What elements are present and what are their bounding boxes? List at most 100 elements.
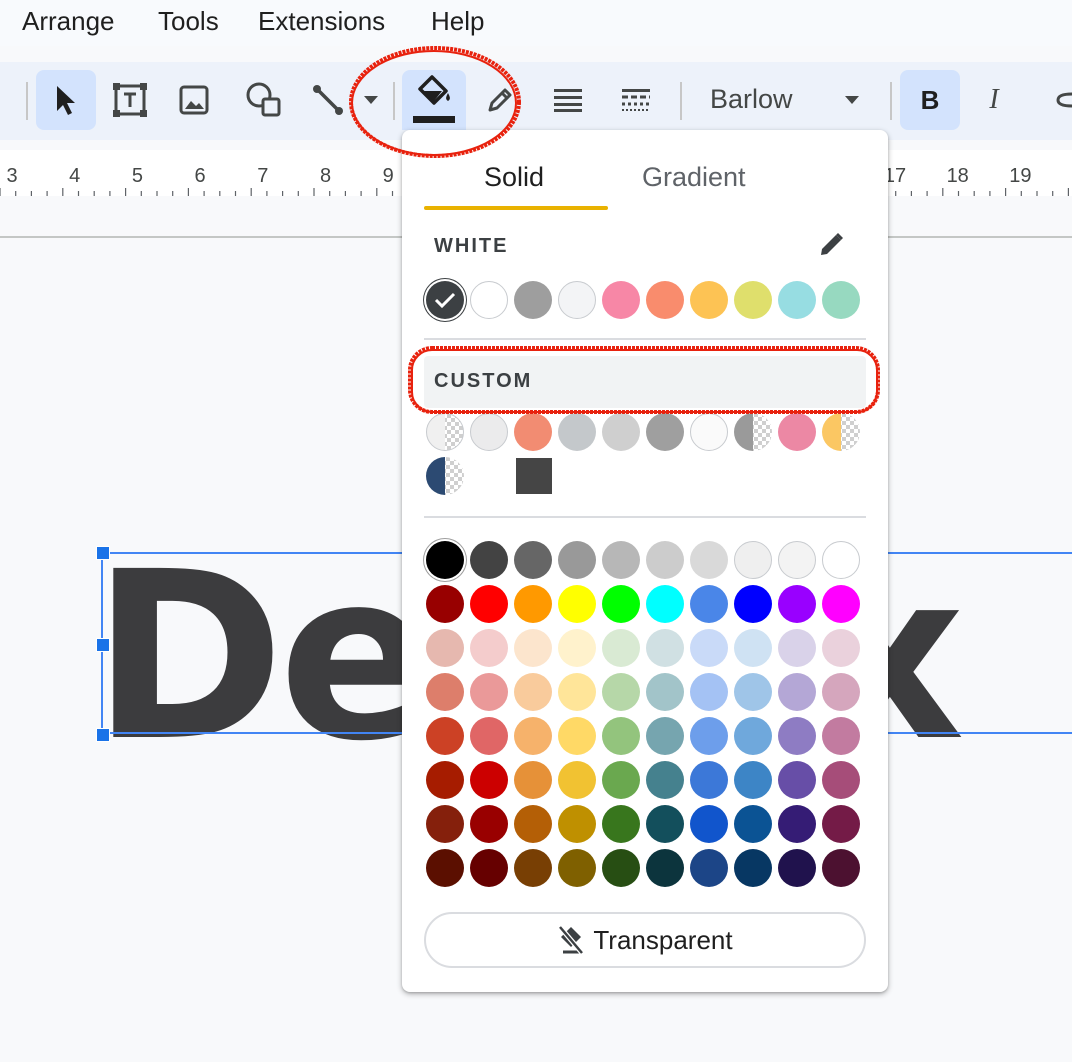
standard-swatch[interactable] bbox=[558, 541, 596, 579]
standard-swatch[interactable] bbox=[822, 673, 860, 711]
standard-swatch[interactable] bbox=[602, 673, 640, 711]
border-weight-button[interactable] bbox=[540, 70, 596, 130]
standard-swatch[interactable] bbox=[646, 541, 684, 579]
standard-swatch[interactable] bbox=[690, 805, 728, 843]
resize-handle-middle-left[interactable] bbox=[96, 638, 110, 652]
resize-handle-bottom-left[interactable] bbox=[96, 728, 110, 742]
theme-swatch[interactable] bbox=[646, 281, 684, 319]
standard-swatch[interactable] bbox=[778, 585, 816, 623]
standard-swatch[interactable] bbox=[470, 585, 508, 623]
custom-swatch[interactable] bbox=[602, 413, 640, 451]
theme-swatch[interactable] bbox=[514, 281, 552, 319]
standard-swatch[interactable] bbox=[558, 805, 596, 843]
theme-swatch[interactable] bbox=[602, 281, 640, 319]
standard-swatch[interactable] bbox=[778, 673, 816, 711]
standard-swatch[interactable] bbox=[734, 673, 772, 711]
custom-swatch[interactable] bbox=[690, 413, 728, 451]
menu-help[interactable]: Help bbox=[431, 6, 484, 37]
font-dropdown[interactable] bbox=[836, 70, 868, 130]
standard-swatch[interactable] bbox=[470, 629, 508, 667]
standard-swatch[interactable] bbox=[514, 541, 552, 579]
standard-swatch[interactable] bbox=[778, 805, 816, 843]
theme-swatch[interactable] bbox=[734, 281, 772, 319]
standard-swatch[interactable] bbox=[602, 761, 640, 799]
text-box-tool-button[interactable] bbox=[104, 70, 156, 130]
more-tools-button[interactable] bbox=[1050, 70, 1072, 130]
standard-swatch[interactable] bbox=[558, 717, 596, 755]
custom-swatch[interactable] bbox=[646, 413, 684, 451]
standard-swatch[interactable] bbox=[602, 629, 640, 667]
theme-swatch[interactable] bbox=[778, 281, 816, 319]
line-tool-button[interactable] bbox=[300, 70, 356, 130]
standard-swatch[interactable] bbox=[514, 761, 552, 799]
standard-swatch[interactable] bbox=[690, 761, 728, 799]
standard-swatch[interactable] bbox=[734, 717, 772, 755]
standard-swatch[interactable] bbox=[690, 849, 728, 887]
italic-button[interactable]: I bbox=[966, 70, 1022, 130]
standard-swatch[interactable] bbox=[602, 805, 640, 843]
standard-swatch[interactable] bbox=[514, 673, 552, 711]
standard-swatch[interactable] bbox=[822, 849, 860, 887]
standard-swatch[interactable] bbox=[822, 585, 860, 623]
standard-swatch[interactable] bbox=[690, 673, 728, 711]
standard-swatch[interactable] bbox=[514, 805, 552, 843]
custom-swatch[interactable] bbox=[558, 413, 596, 451]
custom-swatch-square[interactable] bbox=[516, 458, 552, 494]
theme-swatch[interactable] bbox=[558, 281, 596, 319]
font-family-select[interactable]: Barlow bbox=[710, 84, 793, 115]
shape-tool-button[interactable] bbox=[236, 70, 292, 130]
image-tool-button[interactable] bbox=[168, 70, 220, 130]
standard-swatch[interactable] bbox=[690, 629, 728, 667]
standard-swatch[interactable] bbox=[646, 805, 684, 843]
standard-swatch[interactable] bbox=[558, 585, 596, 623]
standard-swatch[interactable] bbox=[602, 585, 640, 623]
custom-swatch[interactable] bbox=[822, 413, 860, 451]
standard-swatch[interactable] bbox=[514, 717, 552, 755]
standard-swatch[interactable] bbox=[602, 849, 640, 887]
standard-swatch[interactable] bbox=[778, 541, 816, 579]
standard-swatch[interactable] bbox=[778, 761, 816, 799]
standard-swatch[interactable] bbox=[822, 541, 860, 579]
fill-color-button[interactable] bbox=[402, 70, 466, 130]
menu-tools[interactable]: Tools bbox=[158, 6, 219, 37]
standard-swatch[interactable] bbox=[646, 761, 684, 799]
standard-swatch[interactable] bbox=[470, 805, 508, 843]
bold-button[interactable]: B bbox=[900, 70, 960, 130]
standard-swatch[interactable] bbox=[426, 849, 464, 887]
standard-swatch[interactable] bbox=[514, 585, 552, 623]
standard-swatch[interactable] bbox=[690, 717, 728, 755]
standard-swatch[interactable] bbox=[558, 761, 596, 799]
menu-extensions[interactable]: Extensions bbox=[258, 6, 385, 37]
standard-swatch[interactable] bbox=[602, 717, 640, 755]
custom-swatch[interactable] bbox=[426, 413, 464, 451]
custom-swatch[interactable] bbox=[514, 413, 552, 451]
standard-swatch[interactable] bbox=[690, 585, 728, 623]
standard-swatch[interactable] bbox=[426, 673, 464, 711]
standard-swatch[interactable] bbox=[646, 673, 684, 711]
standard-swatch[interactable] bbox=[558, 673, 596, 711]
standard-swatch[interactable] bbox=[470, 849, 508, 887]
edit-theme-button[interactable] bbox=[818, 230, 846, 263]
standard-swatch[interactable] bbox=[558, 629, 596, 667]
standard-swatch[interactable] bbox=[602, 541, 640, 579]
standard-swatch[interactable] bbox=[778, 629, 816, 667]
standard-swatch[interactable] bbox=[822, 761, 860, 799]
standard-swatch[interactable] bbox=[646, 585, 684, 623]
tab-gradient[interactable]: Gradient bbox=[642, 162, 746, 193]
standard-swatch[interactable] bbox=[822, 629, 860, 667]
standard-swatch[interactable] bbox=[646, 629, 684, 667]
standard-swatch[interactable] bbox=[426, 629, 464, 667]
standard-swatch[interactable] bbox=[426, 805, 464, 843]
menu-arrange[interactable]: Arrange bbox=[22, 6, 115, 37]
custom-swatch[interactable] bbox=[426, 457, 464, 495]
standard-swatch[interactable] bbox=[734, 541, 772, 579]
select-tool-button[interactable] bbox=[36, 70, 96, 130]
standard-swatch[interactable] bbox=[646, 717, 684, 755]
standard-swatch[interactable] bbox=[514, 629, 552, 667]
standard-swatch[interactable] bbox=[734, 849, 772, 887]
standard-swatch[interactable] bbox=[734, 761, 772, 799]
border-color-button[interactable] bbox=[476, 70, 524, 130]
standard-swatch[interactable] bbox=[426, 761, 464, 799]
tab-solid[interactable]: Solid bbox=[484, 162, 544, 193]
standard-swatch[interactable] bbox=[470, 541, 508, 579]
